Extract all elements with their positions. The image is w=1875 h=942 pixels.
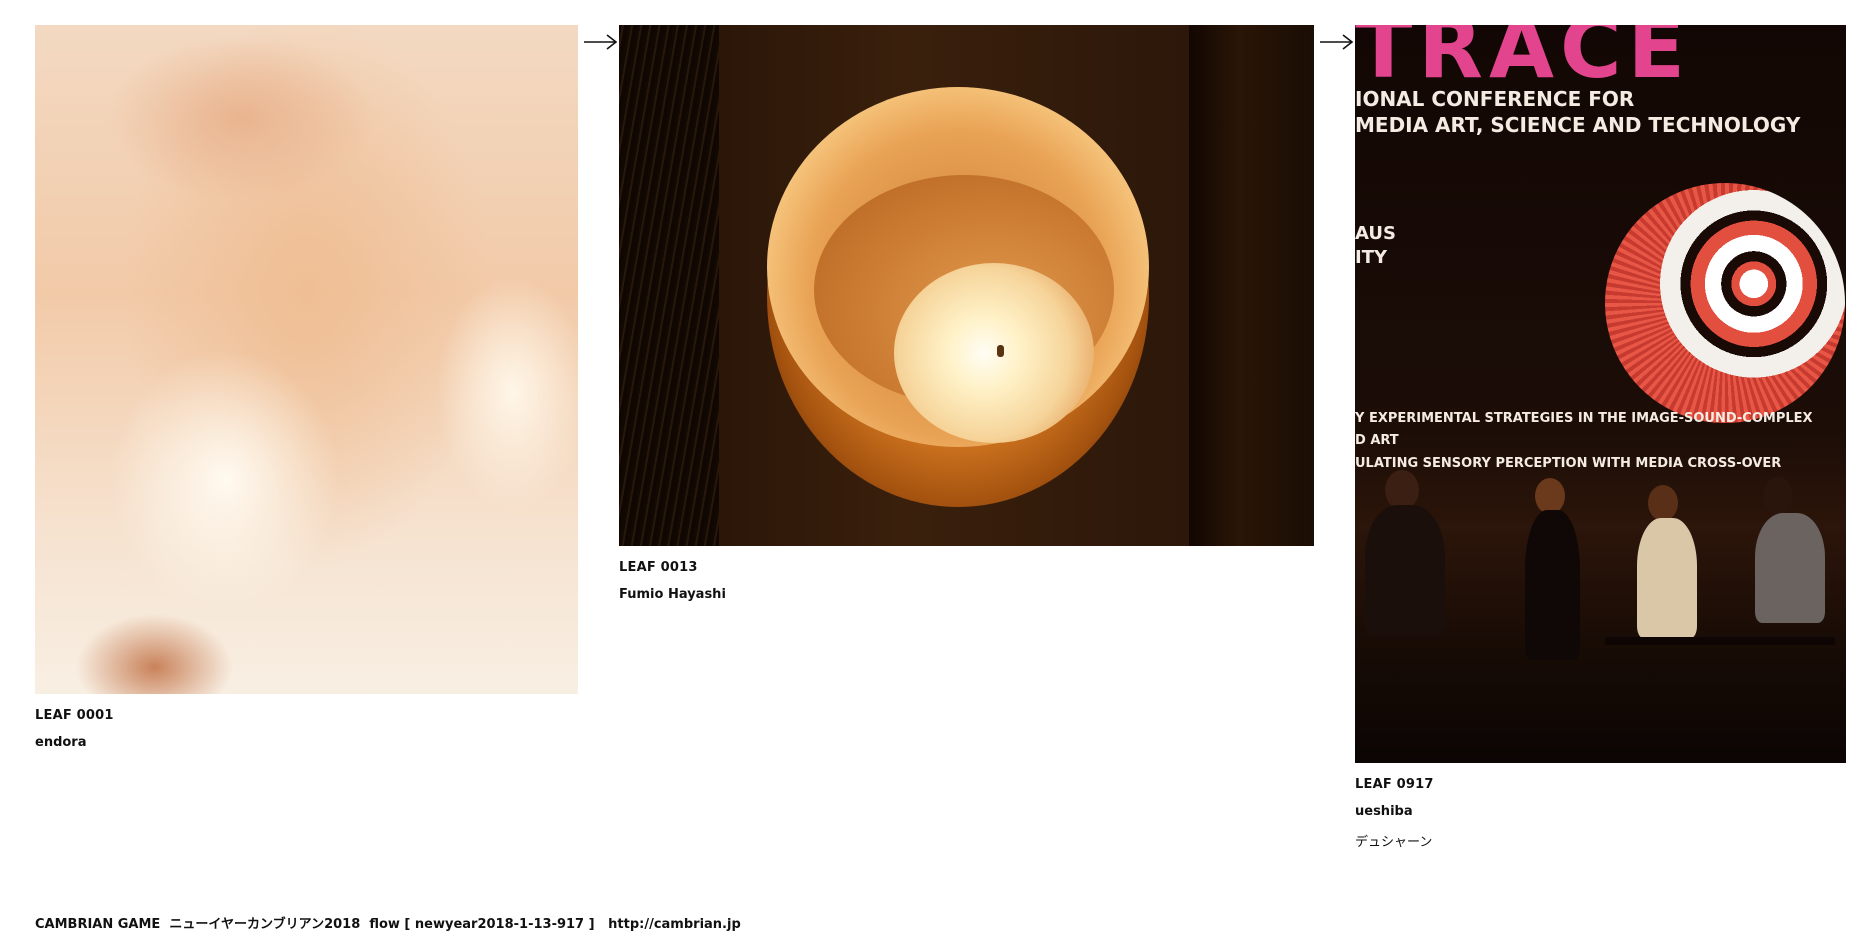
leaf-author[interactable]: ueshiba [1355, 804, 1846, 819]
leaf-id[interactable]: LEAF 0917 [1355, 777, 1846, 792]
photo-text-line: Y EXPERIMENTAL STRATEGIES IN THE IMAGE-S… [1355, 411, 1813, 426]
right-arrow-icon [584, 34, 618, 50]
leaf-photo-0001[interactable] [35, 25, 578, 694]
leaf-author[interactable]: Fumio Hayashi [619, 587, 1314, 602]
photo-text-line: D ART [1355, 433, 1399, 448]
footer-event[interactable]: ニューイヤーカンブリアン2018 [169, 917, 360, 932]
leaf-photo-0013[interactable] [619, 25, 1314, 546]
leaf-id[interactable]: LEAF 0013 [619, 560, 1314, 575]
leaf-author[interactable]: endora [35, 735, 578, 750]
footer: CAMBRIAN GAME ニューイヤーカンブリアン2018 flow [ ne… [35, 913, 741, 932]
photo-text-line: MEDIA ART, SCIENCE AND TECHNOLOGY [1355, 113, 1801, 137]
leaf-card-0917: TRACE IONAL CONFERENCE FOR MEDIA ART, SC… [1355, 25, 1846, 850]
leaf-card-0013: LEAF 0013 Fumio Hayashi [619, 25, 1314, 602]
leaf-note: デュシャーン [1355, 835, 1433, 850]
leaf-photo-0917[interactable]: TRACE IONAL CONFERENCE FOR MEDIA ART, SC… [1355, 25, 1846, 763]
leaf-id[interactable]: LEAF 0001 [35, 708, 578, 723]
photo-text-line: ITY [1355, 247, 1388, 268]
photo-text-line: AUS [1355, 223, 1396, 244]
photo-text-line: ULATING SENSORY PERCEPTION WITH MEDIA CR… [1355, 456, 1782, 471]
right-arrow-icon [1320, 34, 1354, 50]
photo-text-line: IONAL CONFERENCE FOR [1355, 87, 1635, 111]
spiral-graphic [1605, 183, 1845, 423]
page: LEAF 0001 endora LEAF 0013 Fumio Hayashi… [0, 0, 1875, 942]
footer-game[interactable]: CAMBRIAN GAME [35, 917, 160, 932]
leaf-card-0001: LEAF 0001 endora [35, 25, 578, 750]
footer-link[interactable]: http://cambrian.jp [608, 917, 741, 932]
footer-flow: flow [ newyear2018-1-13-917 ] [369, 917, 595, 932]
